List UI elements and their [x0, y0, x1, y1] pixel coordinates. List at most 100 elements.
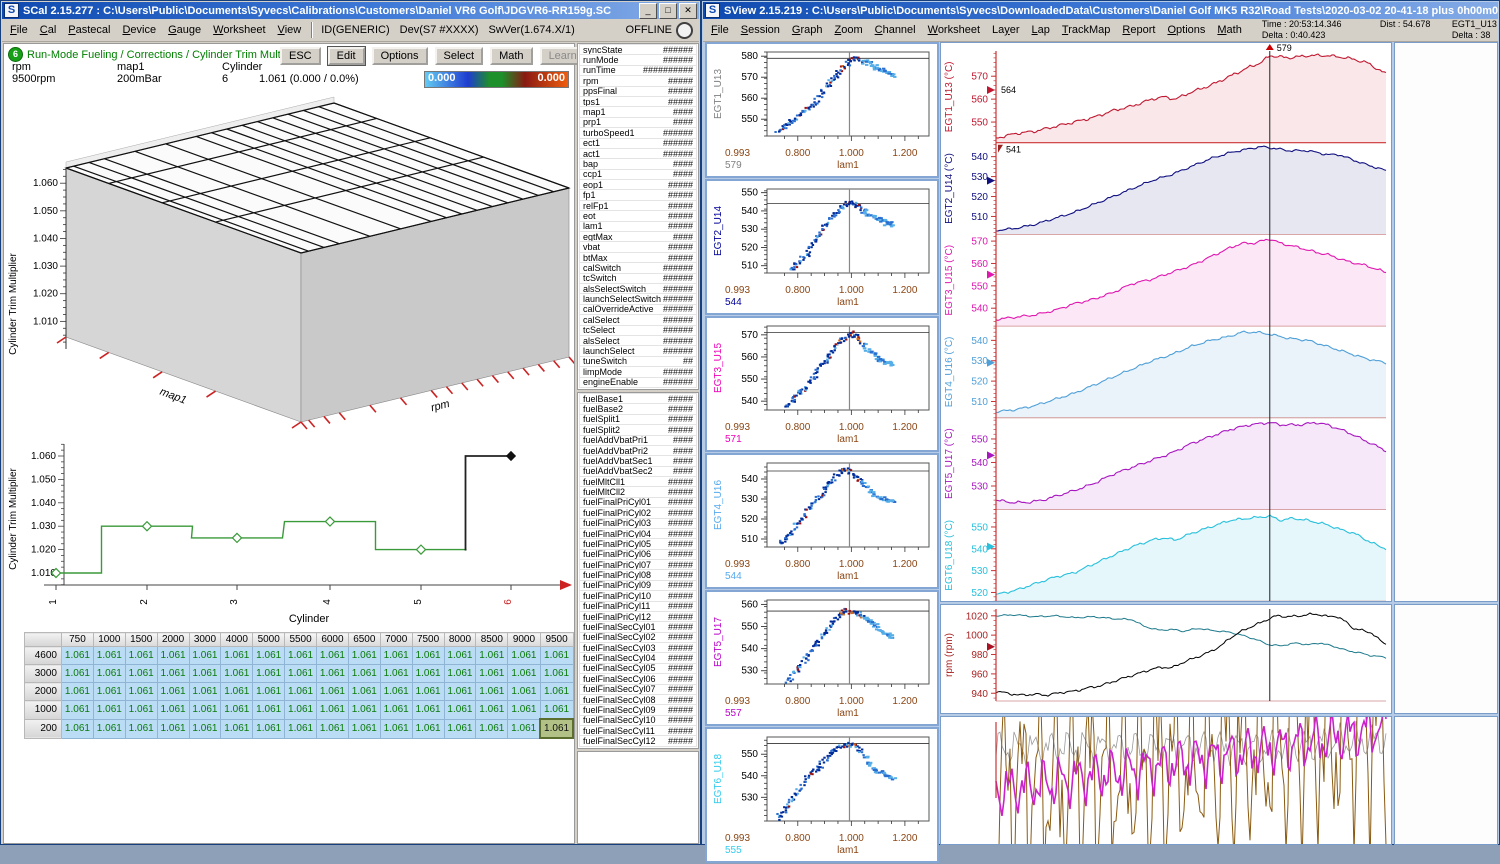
menu-trackmap[interactable]: TrackMap	[1056, 22, 1117, 38]
cell-4600-1500[interactable]: 1.061	[125, 647, 157, 665]
minimize-button[interactable]: _	[639, 3, 657, 19]
col-header-6000[interactable]: 6000	[317, 633, 349, 647]
menu-zoom[interactable]: Zoom	[828, 22, 868, 38]
param-row-engineEnable[interactable]: engineEnable######	[579, 377, 697, 388]
cell-2000-8500[interactable]: 1.061	[476, 683, 508, 701]
col-header-8000[interactable]: 8000	[444, 633, 476, 647]
cell-2000-4000[interactable]: 1.061	[221, 683, 253, 701]
menu-file[interactable]: File	[705, 22, 735, 38]
cell-4600-6000[interactable]: 1.061	[317, 647, 349, 665]
cell-200-4000[interactable]: 1.061	[221, 719, 253, 738]
cell-1000-6500[interactable]: 1.061	[348, 701, 380, 720]
cell-1000-9000[interactable]: 1.061	[508, 701, 540, 720]
cell-4600-7000[interactable]: 1.061	[380, 647, 412, 665]
cell-200-8500[interactable]: 1.061	[476, 719, 508, 738]
close-button[interactable]: ✕	[679, 3, 697, 19]
cell-2000-8000[interactable]: 1.061	[444, 683, 476, 701]
options-button[interactable]: Options	[372, 47, 428, 65]
menu-options[interactable]: Options	[1161, 22, 1211, 38]
cell-2000-3000[interactable]: 1.061	[189, 683, 221, 701]
cell-2000-9500[interactable]: 1.061	[540, 683, 573, 701]
sview-titlebar[interactable]: S SView 2.15.219 : C:\Users\Public\Docum…	[703, 2, 1498, 19]
col-header-2000[interactable]: 2000	[157, 633, 189, 647]
cell-1000-5000[interactable]: 1.061	[253, 701, 285, 720]
row-header-200[interactable]: 200	[25, 719, 62, 738]
cell-200-2000[interactable]: 1.061	[157, 719, 189, 738]
cell-1000-8500[interactable]: 1.061	[476, 701, 508, 720]
menu-cal[interactable]: Cal	[34, 22, 63, 38]
cell-3000-6000[interactable]: 1.061	[317, 665, 349, 683]
col-header-1000[interactable]: 1000	[93, 633, 125, 647]
cell-4600-5500[interactable]: 1.061	[285, 647, 317, 665]
col-header-750[interactable]: 750	[62, 633, 94, 647]
cell-4600-7500[interactable]: 1.061	[412, 647, 444, 665]
cell-2000-7500[interactable]: 1.061	[412, 683, 444, 701]
cell-4600-6500[interactable]: 1.061	[348, 647, 380, 665]
col-header-8500[interactable]: 8500	[476, 633, 508, 647]
menu-session[interactable]: Session	[735, 22, 786, 38]
cell-1000-7000[interactable]: 1.061	[380, 701, 412, 720]
menu-file[interactable]: File	[4, 22, 34, 38]
cell-1000-750[interactable]: 1.061	[62, 701, 94, 720]
cell-2000-2000[interactable]: 1.061	[157, 683, 189, 701]
select-button[interactable]: Select	[435, 47, 484, 65]
cell-1000-8000[interactable]: 1.061	[444, 701, 476, 720]
cell-4600-3000[interactable]: 1.061	[189, 647, 221, 665]
cell-2000-5000[interactable]: 1.061	[253, 683, 285, 701]
row-header-4600[interactable]: 4600	[25, 647, 62, 665]
row-header-3000[interactable]: 3000	[25, 665, 62, 683]
cell-1000-1000[interactable]: 1.061	[93, 701, 125, 720]
edit-button[interactable]: Edit	[328, 47, 365, 65]
cell-4600-8500[interactable]: 1.061	[476, 647, 508, 665]
cell-3000-6500[interactable]: 1.061	[348, 665, 380, 683]
menu-report[interactable]: Report	[1116, 22, 1161, 38]
menu-layer[interactable]: Layer	[986, 22, 1026, 38]
cell-3000-9000[interactable]: 1.061	[508, 665, 540, 683]
cell-2000-1000[interactable]: 1.061	[93, 683, 125, 701]
cell-4600-5000[interactable]: 1.061	[253, 647, 285, 665]
cell-1000-4000[interactable]: 1.061	[221, 701, 253, 720]
cell-2000-5500[interactable]: 1.061	[285, 683, 317, 701]
cell-2000-6500[interactable]: 1.061	[348, 683, 380, 701]
col-header-7000[interactable]: 7000	[380, 633, 412, 647]
col-header-9500[interactable]: 9500	[540, 633, 573, 647]
cell-4600-750[interactable]: 1.061	[62, 647, 94, 665]
cell-1000-1500[interactable]: 1.061	[125, 701, 157, 720]
col-header-7500[interactable]: 7500	[412, 633, 444, 647]
cell-3000-8000[interactable]: 1.061	[444, 665, 476, 683]
cell-200-7000[interactable]: 1.061	[380, 719, 412, 738]
cell-3000-9500[interactable]: 1.061	[540, 665, 573, 683]
menu-graph[interactable]: Graph	[786, 22, 829, 38]
menu-lap[interactable]: Lap	[1026, 22, 1056, 38]
menu-pastecal[interactable]: Pastecal	[62, 22, 116, 38]
cell-200-3000[interactable]: 1.061	[189, 719, 221, 738]
cell-200-5500[interactable]: 1.061	[285, 719, 317, 738]
cell-3000-3000[interactable]: 1.061	[189, 665, 221, 683]
menu-gauge[interactable]: Gauge	[162, 22, 207, 38]
cell-3000-7000[interactable]: 1.061	[380, 665, 412, 683]
menu-device[interactable]: Device	[116, 22, 162, 38]
row-header-2000[interactable]: 2000	[25, 683, 62, 701]
cell-1000-9500[interactable]: 1.061	[540, 701, 573, 720]
cell-200-7500[interactable]: 1.061	[412, 719, 444, 738]
cell-1000-5500[interactable]: 1.061	[285, 701, 317, 720]
cell-1000-3000[interactable]: 1.061	[189, 701, 221, 720]
cell-2000-9000[interactable]: 1.061	[508, 683, 540, 701]
col-header-1500[interactable]: 1500	[125, 633, 157, 647]
cell-3000-5500[interactable]: 1.061	[285, 665, 317, 683]
cell-3000-8500[interactable]: 1.061	[476, 665, 508, 683]
cell-1000-7500[interactable]: 1.061	[412, 701, 444, 720]
cell-200-1500[interactable]: 1.061	[125, 719, 157, 738]
col-header-5500[interactable]: 5500	[285, 633, 317, 647]
cell-4600-9000[interactable]: 1.061	[508, 647, 540, 665]
menu-worksheet[interactable]: Worksheet	[207, 22, 271, 38]
math-button[interactable]: Math	[490, 47, 532, 65]
cell-200-1000[interactable]: 1.061	[93, 719, 125, 738]
cell-200-6500[interactable]: 1.061	[348, 719, 380, 738]
cell-3000-7500[interactable]: 1.061	[412, 665, 444, 683]
cell-3000-750[interactable]: 1.061	[62, 665, 94, 683]
cell-3000-4000[interactable]: 1.061	[221, 665, 253, 683]
row-header-1000[interactable]: 1000	[25, 701, 62, 720]
menu-worksheet[interactable]: Worksheet	[922, 22, 986, 38]
cell-4600-2000[interactable]: 1.061	[157, 647, 189, 665]
